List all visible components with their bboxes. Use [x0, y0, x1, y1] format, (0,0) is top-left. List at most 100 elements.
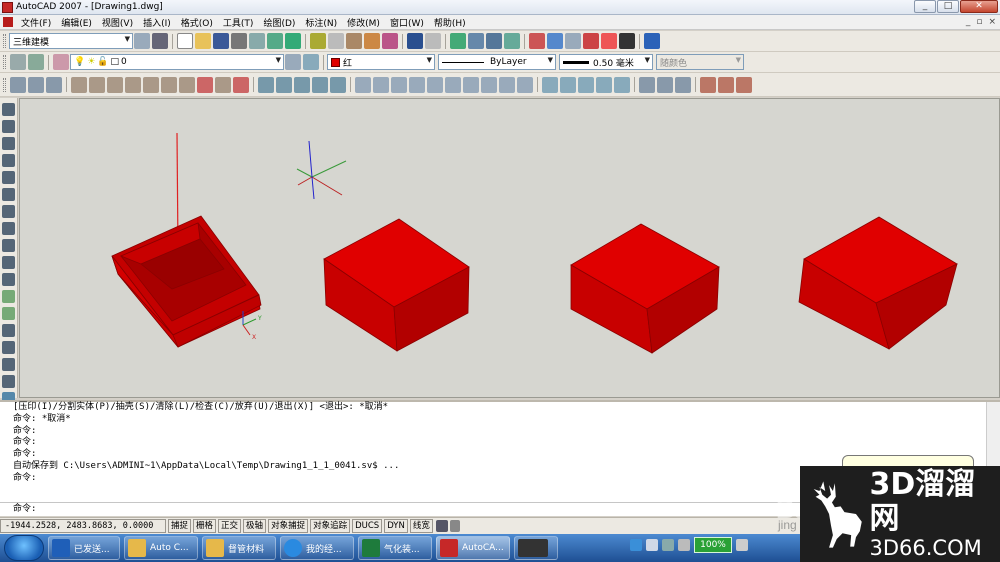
osnap-toggle[interactable]: 对象捕捉 — [268, 519, 309, 533]
ortho-toggle[interactable]: 正交 — [218, 519, 242, 533]
sweep-icon[interactable] — [578, 76, 594, 93]
menu-dimension[interactable]: 标注(N) — [300, 16, 342, 29]
menu-modify[interactable]: 修改(M) — [342, 16, 385, 29]
copy-edges-icon[interactable] — [215, 76, 231, 93]
pan-icon[interactable] — [450, 33, 466, 49]
3d-dwf-icon[interactable] — [285, 33, 301, 49]
tool-palettes-icon[interactable] — [565, 33, 581, 49]
plot-preview-icon[interactable] — [249, 33, 265, 49]
clean-icon[interactable] — [276, 76, 292, 93]
sphere-icon[interactable] — [427, 76, 443, 93]
doc-minimize-icon[interactable]: _ — [966, 17, 971, 27]
check-icon[interactable] — [330, 76, 346, 93]
taskbar-outlook[interactable]: 已发送... — [48, 536, 120, 560]
autocad-app-icon[interactable] — [2, 1, 13, 13]
separate-icon[interactable] — [294, 76, 310, 93]
rotate-faces-icon[interactable] — [143, 76, 159, 93]
workspace-settings-icon[interactable] — [134, 33, 150, 49]
ellipse-icon[interactable] — [2, 256, 15, 269]
pyramid-icon[interactable] — [481, 76, 497, 93]
lineweight-dropdown[interactable]: 0.50 毫米 ▼ — [559, 54, 653, 70]
make-block-icon[interactable] — [2, 307, 15, 320]
torus-icon[interactable] — [463, 76, 479, 93]
redo-icon[interactable] — [425, 33, 441, 49]
new-file-icon[interactable] — [177, 33, 193, 49]
plotstyle-dropdown[interactable]: 随颜色 ▼ — [656, 54, 744, 70]
drawing-viewport[interactable]: Y X — [19, 98, 1000, 398]
menu-view[interactable]: 视图(V) — [97, 16, 138, 29]
polar-toggle[interactable]: 极轴 — [243, 519, 267, 533]
rectangle-icon[interactable] — [2, 171, 15, 184]
otrack-toggle[interactable]: 对象追踪 — [310, 519, 351, 533]
menu-edit[interactable]: 编辑(E) — [56, 16, 97, 29]
match-properties-icon[interactable] — [364, 33, 380, 49]
region-icon[interactable] — [2, 375, 15, 388]
help-tray-icon[interactable] — [646, 539, 658, 551]
close-button[interactable]: ✕ — [960, 0, 998, 13]
print-icon[interactable] — [231, 33, 247, 49]
color-dropdown[interactable]: 红 ▼ — [327, 54, 435, 70]
linetype-dropdown[interactable]: ByLayer ▼ — [438, 54, 556, 70]
help-icon[interactable] — [644, 33, 660, 49]
menu-file[interactable]: 文件(F) — [16, 16, 56, 29]
start-button[interactable] — [4, 535, 44, 561]
menu-insert[interactable]: 插入(I) — [138, 16, 176, 29]
revision-cloud-icon[interactable] — [2, 222, 15, 235]
menu-tools[interactable]: 工具(T) — [218, 16, 259, 29]
copy-faces-icon[interactable] — [179, 76, 195, 93]
cone-icon[interactable] — [409, 76, 425, 93]
delete-faces-icon[interactable] — [125, 76, 141, 93]
toolbar-grip[interactable] — [3, 77, 6, 92]
polysolid-icon[interactable] — [355, 76, 371, 93]
model-icon[interactable] — [435, 520, 448, 532]
copy-icon[interactable] — [328, 33, 344, 49]
spline-icon[interactable] — [2, 239, 15, 252]
taskbar-ie[interactable]: 我的经... — [280, 536, 354, 560]
menu-window[interactable]: 窗口(W) — [385, 16, 429, 29]
minimize-button[interactable]: _ — [914, 0, 936, 13]
helix-icon[interactable] — [499, 76, 515, 93]
workspace-dropdown[interactable]: 三维建模 ▼ — [9, 33, 133, 49]
taper-faces-icon[interactable] — [161, 76, 177, 93]
loft-icon[interactable] — [614, 76, 630, 93]
paste-icon[interactable] — [346, 33, 362, 49]
3d-align-icon[interactable] — [736, 76, 752, 93]
document-icon[interactable] — [3, 17, 13, 27]
imprint-icon[interactable] — [258, 76, 274, 93]
polygon-icon[interactable] — [2, 154, 15, 167]
grid-toggle[interactable]: 栅格 — [193, 519, 217, 533]
taskbar-autocad[interactable]: AutoCA... — [436, 536, 510, 560]
cylinder-icon[interactable] — [445, 76, 461, 93]
construction-line-icon[interactable] — [2, 120, 15, 133]
markup-icon[interactable] — [601, 33, 617, 49]
tray-app-icon[interactable] — [630, 539, 642, 551]
solid-box-4[interactable] — [798, 216, 958, 350]
toolbar-grip[interactable] — [3, 34, 6, 48]
doc-restore-icon[interactable]: ▫ — [976, 17, 982, 27]
taskbar-folder-autocad[interactable]: Auto C... — [124, 536, 198, 560]
cut-icon[interactable] — [310, 33, 326, 49]
union-icon-2[interactable] — [639, 76, 655, 93]
workspace-save-icon[interactable] — [152, 33, 168, 49]
3d-rotate-icon[interactable] — [718, 76, 734, 93]
shelled-box-solid[interactable] — [111, 215, 262, 348]
block-editor-icon[interactable] — [382, 33, 398, 49]
color-faces-icon[interactable] — [197, 76, 213, 93]
subtract-icon[interactable] — [28, 76, 44, 93]
extrude-faces-icon[interactable] — [71, 76, 87, 93]
extrude-icon[interactable] — [542, 76, 558, 93]
toolbar-grip[interactable] — [3, 55, 6, 69]
publish-icon[interactable] — [267, 33, 283, 49]
sheet-set-icon[interactable] — [583, 33, 599, 49]
3d-move-icon[interactable] — [700, 76, 716, 93]
polyline-icon[interactable] — [2, 137, 15, 150]
planar-surface-icon[interactable] — [517, 76, 533, 93]
insert-block-icon[interactable] — [2, 290, 15, 303]
make-current-layer-icon[interactable] — [285, 54, 301, 70]
intersect-icon[interactable] — [46, 76, 62, 93]
solid-box-2[interactable] — [323, 218, 470, 352]
menu-help[interactable]: 帮助(H) — [429, 16, 471, 29]
tray-extra-icon[interactable] — [736, 539, 748, 551]
coordinate-readout[interactable]: -1944.2528, 2483.8683, 0.0000 — [0, 519, 166, 533]
save-icon[interactable] — [213, 33, 229, 49]
